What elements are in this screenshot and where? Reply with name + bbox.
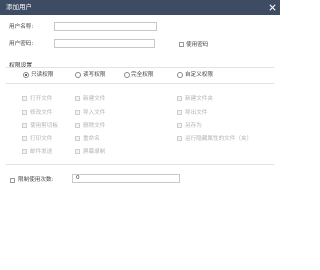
close-icon[interactable] <box>268 3 277 12</box>
perm-label: 新建文件夹 <box>185 96 213 102</box>
title-bar: 添加用户 <box>0 0 280 15</box>
perm-checkbox[interactable] <box>177 123 182 128</box>
section-divider <box>6 67 274 68</box>
perm-checkbox[interactable] <box>75 149 80 154</box>
username-label: 用户名称: <box>9 24 34 30</box>
use-password-checkbox[interactable] <box>179 42 184 47</box>
perm-label: 重命名 <box>83 136 100 142</box>
perm-checkbox[interactable] <box>177 136 182 141</box>
limit-usage-checkbox[interactable] <box>10 178 15 183</box>
radio-custom[interactable] <box>177 72 183 78</box>
perm-label: 邮件发送 <box>30 149 53 155</box>
perm-label: 导入文件 <box>83 110 106 116</box>
radio-readwrite-label: 读写权限 <box>83 72 106 78</box>
use-password-label: 使用密码 <box>186 42 209 48</box>
perm-checkbox[interactable] <box>177 96 182 101</box>
perm-checkbox[interactable] <box>22 136 27 141</box>
perm-checkbox[interactable] <box>22 149 27 154</box>
perm-label: 新建文件 <box>83 96 106 102</box>
perm-label: 导出文件 <box>185 110 208 116</box>
perm-label: 运行隐藏属性的文件（夹） <box>185 136 253 142</box>
limit-usage-input[interactable]: 0 <box>72 174 180 183</box>
radio-readwrite[interactable] <box>75 72 81 78</box>
username-input[interactable] <box>54 22 157 31</box>
password-label: 用户密码: <box>9 41 34 47</box>
perm-checkbox[interactable] <box>75 136 80 141</box>
dialog-title: 添加用户 <box>6 3 32 11</box>
perm-checkbox[interactable] <box>22 123 27 128</box>
perm-checkbox[interactable] <box>22 110 27 115</box>
radio-custom-label: 自定义权限 <box>185 72 213 78</box>
grid-divider <box>6 164 274 165</box>
perm-checkbox[interactable] <box>22 96 27 101</box>
limit-usage-label: 限制使用次数: <box>18 177 54 183</box>
modes-divider <box>6 83 274 84</box>
perm-label: 打开文件 <box>30 96 53 102</box>
radio-readonly-label: 只读权限 <box>31 72 54 78</box>
password-input[interactable] <box>54 39 155 48</box>
perm-label: 使用剪切板 <box>30 123 58 129</box>
perm-label: 修改文件 <box>30 110 53 116</box>
perm-checkbox[interactable] <box>75 123 80 128</box>
perm-label: 删除文件 <box>83 123 106 129</box>
perm-label: 打印文件 <box>30 136 53 142</box>
radio-full-label: 完全权限 <box>131 72 154 78</box>
perm-checkbox[interactable] <box>177 110 182 115</box>
perm-checkbox[interactable] <box>75 96 80 101</box>
radio-readonly[interactable] <box>23 72 29 78</box>
perm-label: 屏幕录制 <box>83 149 106 155</box>
perm-label: 另存为 <box>185 123 202 129</box>
radio-full[interactable] <box>124 72 130 78</box>
perm-checkbox[interactable] <box>75 110 80 115</box>
